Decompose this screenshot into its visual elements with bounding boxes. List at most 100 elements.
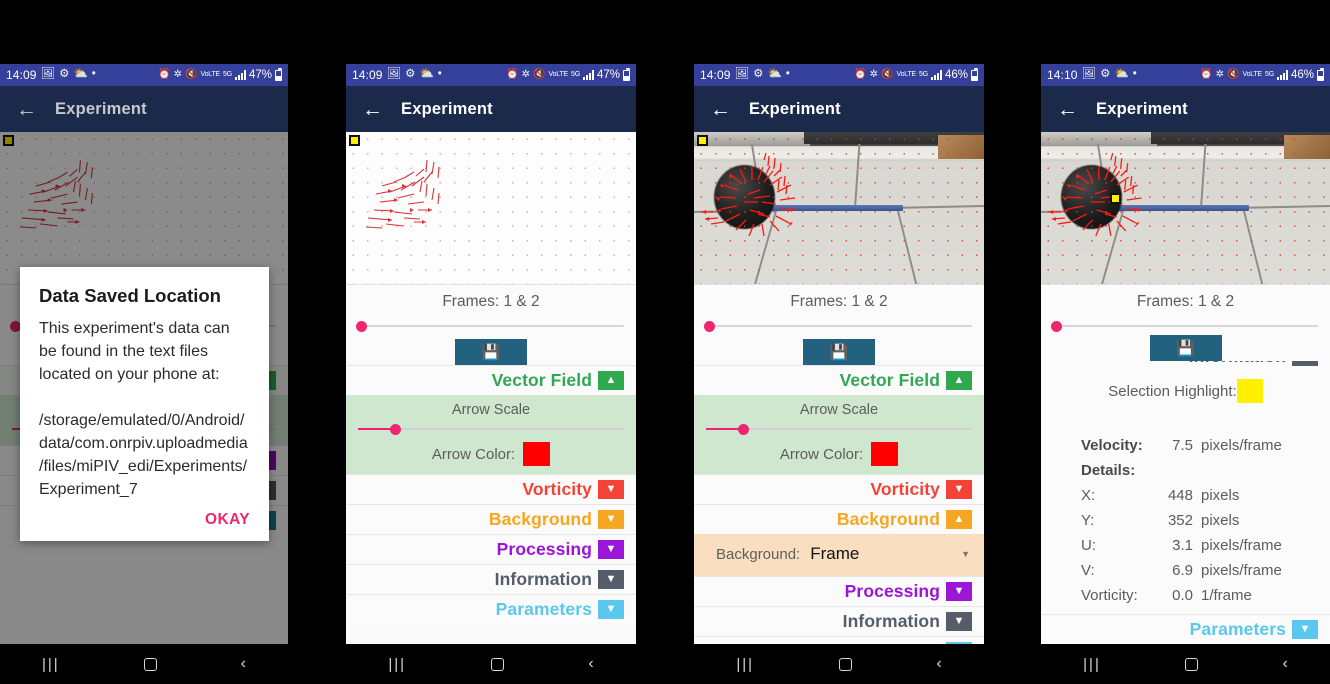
- alarm-icon: ⏰: [158, 69, 171, 80]
- android-nav-bar: ||| ‹: [0, 644, 288, 684]
- save-button[interactable]: 💾: [1149, 335, 1222, 361]
- table-row: Vorticity: 0.0 1/frame: [1081, 583, 1330, 608]
- bluetooth-icon: ✲: [1215, 69, 1225, 80]
- save-row: 💾: [694, 337, 984, 365]
- section-label: Vorticity: [870, 479, 940, 499]
- back-icon[interactable]: ‹: [1282, 655, 1287, 673]
- arrow-color-swatch[interactable]: [871, 442, 899, 466]
- section-label: Background: [488, 509, 592, 529]
- home-icon[interactable]: [1185, 657, 1199, 671]
- settings-gear-icon: ⚙: [59, 68, 70, 81]
- dot-icon: •: [91, 68, 96, 81]
- section-header-information[interactable]: Information ▼: [346, 564, 636, 594]
- section-label: Parameters: [1189, 619, 1286, 639]
- section-header-parameters[interactable]: Parameters ▼: [694, 636, 984, 644]
- arrow-scale-thumb[interactable]: [738, 423, 749, 435]
- chevron-down-icon: ▼: [946, 480, 972, 499]
- chevron-down-icon: ▼: [598, 570, 624, 589]
- network-type-icon: 5G: [1265, 71, 1274, 79]
- frame-slider-track: [358, 325, 624, 327]
- recents-icon[interactable]: |||: [736, 656, 754, 673]
- android-nav-bar: ||| ‹: [1041, 644, 1330, 684]
- arrow-scale-thumb[interactable]: [390, 423, 401, 435]
- battery-percent: 46%: [1290, 69, 1314, 81]
- section-header-vector-field[interactable]: Vector Field ▲: [694, 365, 984, 395]
- background-value: Frame: [810, 544, 860, 563]
- row-unit: pixels/frame: [1201, 537, 1282, 554]
- dialog-actions: OKAY: [39, 501, 250, 529]
- recents-icon[interactable]: |||: [42, 656, 60, 673]
- chevron-down-icon[interactable]: ▼: [869, 549, 970, 559]
- row-key: X:: [1081, 487, 1096, 504]
- arrow-scale-label: Arrow Scale: [799, 402, 879, 418]
- app-bar: ← Experiment: [346, 86, 636, 132]
- phone-panel-4: 14:10 🖼 ⚙ ⛅ • ⏰ ✲ 🔇 VoLTE 5G 46% ← Exper…: [1041, 64, 1330, 684]
- frame-slider-thumb[interactable]: [356, 320, 367, 332]
- section-header-vorticity[interactable]: Vorticity ▼: [694, 474, 984, 504]
- frame-slider[interactable]: [346, 315, 636, 337]
- back-arrow-icon[interactable]: ←: [1057, 99, 1078, 120]
- frame-slider-thumb[interactable]: [1051, 320, 1062, 332]
- dot-icon: •: [1132, 68, 1137, 81]
- back-icon[interactable]: ‹: [588, 655, 593, 673]
- section-header-vector-field[interactable]: Vector Field ▲: [346, 365, 636, 395]
- photo-canvas[interactable]: [694, 132, 984, 284]
- vector-field-plot: [346, 132, 636, 284]
- weather-icon: ⛅: [767, 68, 782, 81]
- data-saved-location-dialog: Data Saved Location This experiment's da…: [20, 267, 269, 541]
- floppy-disk-save-icon: 💾: [481, 344, 501, 361]
- back-arrow-icon[interactable]: ←: [16, 99, 37, 120]
- recents-icon[interactable]: |||: [1083, 656, 1101, 673]
- panel-content: Frames: 1 & 2 Information ▲ 💾 Selec: [1041, 132, 1330, 644]
- photo-canvas[interactable]: [1041, 132, 1330, 284]
- back-icon[interactable]: ‹: [936, 655, 941, 673]
- back-arrow-icon[interactable]: ←: [710, 99, 731, 120]
- row-value: 3.1: [1172, 537, 1193, 554]
- okay-button[interactable]: OKAY: [205, 511, 250, 529]
- section-header-processing[interactable]: Processing ▼: [694, 576, 984, 606]
- home-icon[interactable]: [838, 657, 852, 671]
- chevron-down-icon: ▼: [598, 600, 624, 619]
- selected-vector-highlight[interactable]: [1110, 192, 1122, 204]
- section-header-parameters[interactable]: Parameters ▼: [346, 594, 636, 624]
- background-select-row[interactable]: Background: Frame ▼: [694, 538, 984, 570]
- selection-highlight-swatch[interactable]: [1236, 379, 1263, 403]
- section-header-processing[interactable]: Processing ▼: [346, 534, 636, 564]
- save-button[interactable]: 💾: [455, 339, 527, 365]
- section-header-background[interactable]: Background ▼: [346, 504, 636, 534]
- section-header-background[interactable]: Background ▲: [694, 504, 984, 534]
- gallery-icon: 🖼: [386, 68, 402, 81]
- vector-field-canvas[interactable]: [346, 132, 636, 284]
- table-row: U: 3.1 pixels/frame: [1081, 533, 1330, 558]
- section-header-parameters[interactable]: Parameters ▼: [1041, 614, 1330, 644]
- row-value: 0.0: [1172, 587, 1193, 604]
- arrow-scale-slider[interactable]: [346, 419, 636, 439]
- canvas-corner-selection-marker: [349, 135, 360, 146]
- frame-slider-thumb[interactable]: [704, 320, 715, 332]
- row-value: 448: [1167, 487, 1193, 504]
- back-icon[interactable]: ‹: [241, 655, 246, 673]
- save-button[interactable]: 💾: [803, 339, 875, 365]
- android-nav-bar: ||| ‹: [694, 644, 984, 684]
- home-icon[interactable]: [143, 657, 157, 671]
- section-header-vorticity[interactable]: Vorticity ▼: [346, 474, 636, 504]
- section-label: Vector Field: [839, 370, 940, 390]
- gallery-icon: 🖼: [734, 68, 750, 81]
- chevron-up-icon: ▲: [598, 371, 624, 390]
- arrow-color-swatch[interactable]: [523, 442, 551, 466]
- section-label: Vorticity: [522, 479, 592, 499]
- volte-icon: VoLTE: [548, 71, 569, 79]
- battery-percent: 47%: [596, 69, 620, 81]
- recents-icon[interactable]: |||: [388, 656, 406, 673]
- row-key: U:: [1081, 537, 1096, 554]
- velocity-row: Velocity: 7.5 pixels/frame: [1081, 433, 1330, 458]
- section-header-information[interactable]: Information ▼: [694, 606, 984, 636]
- signal-icon: [234, 70, 246, 80]
- gallery-icon: 🖼: [1081, 68, 1097, 81]
- arrow-scale-slider[interactable]: [694, 419, 984, 439]
- frames-label: Frames: 1 & 2: [346, 284, 636, 315]
- home-icon[interactable]: [490, 657, 504, 671]
- back-arrow-icon[interactable]: ←: [362, 99, 383, 120]
- frame-slider[interactable]: [694, 315, 984, 337]
- dot-icon: •: [437, 68, 442, 81]
